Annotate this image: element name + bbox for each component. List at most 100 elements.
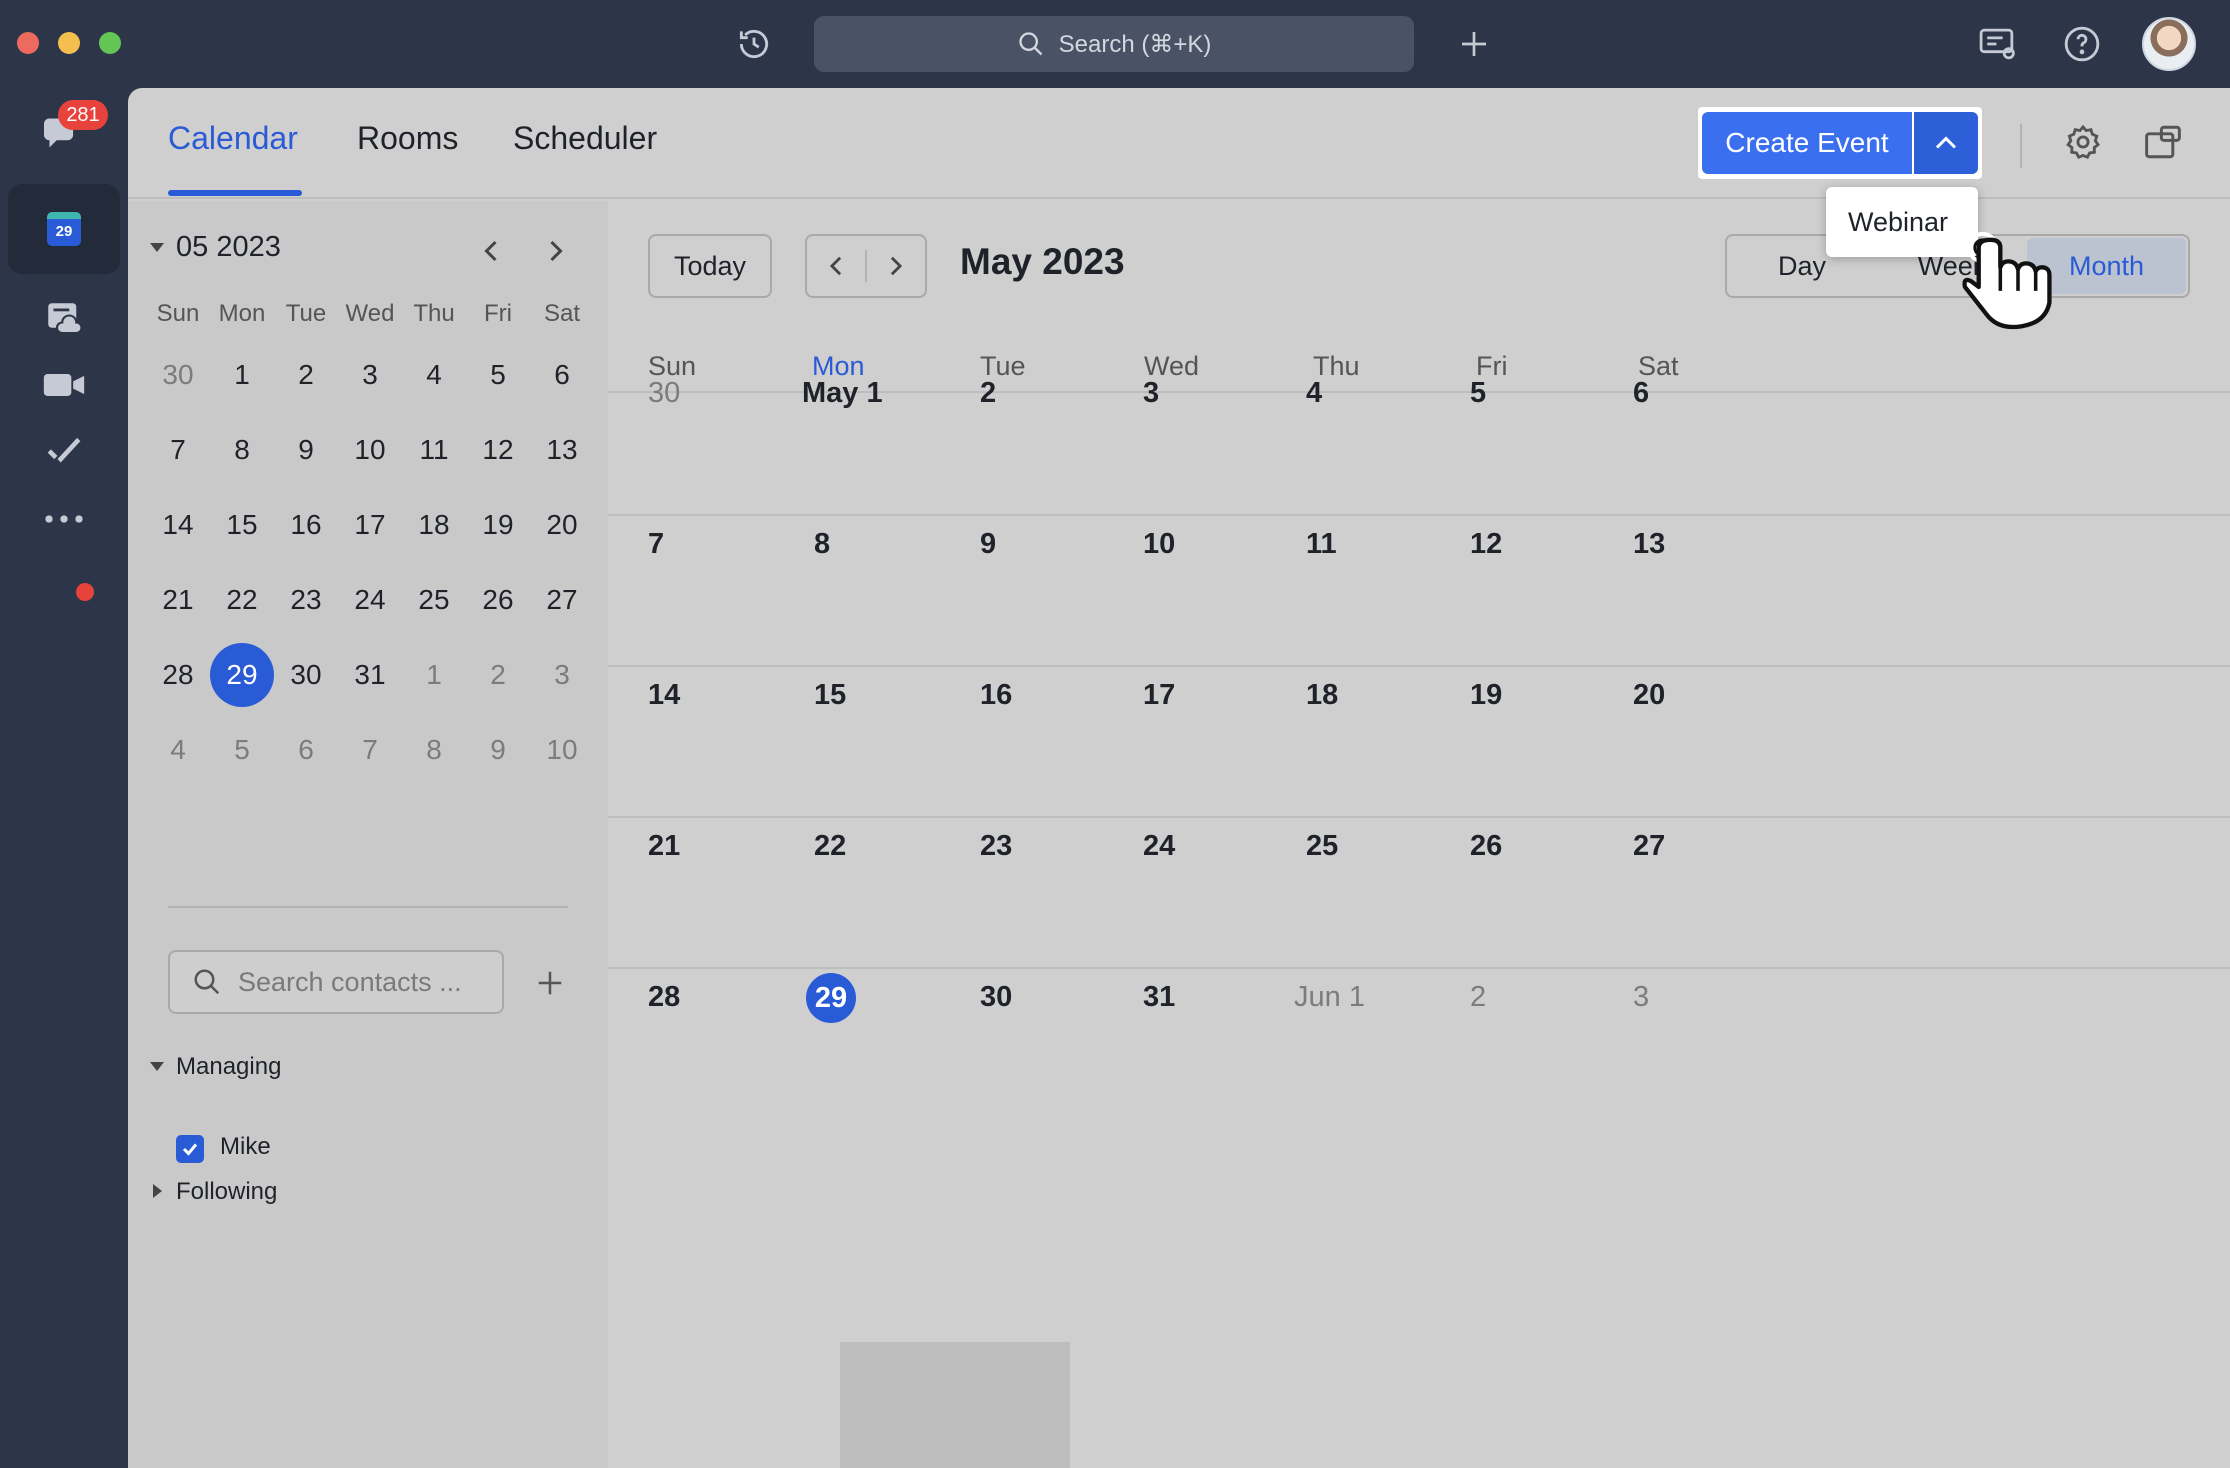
previous-period-button[interactable] xyxy=(807,236,865,296)
month-day-number[interactable]: 23 xyxy=(980,830,1012,863)
managing-item-mike[interactable]: Mike xyxy=(220,1133,271,1161)
mini-day[interactable]: 8 xyxy=(210,412,274,487)
mini-day[interactable]: 22 xyxy=(210,562,274,637)
month-day-number[interactable]: 18 xyxy=(1306,679,1338,712)
mini-day[interactable]: 16 xyxy=(274,487,338,562)
mini-day[interactable]: 25 xyxy=(402,562,466,637)
mini-day[interactable]: 12 xyxy=(466,412,530,487)
mini-day[interactable]: 17 xyxy=(338,487,402,562)
mini-day[interactable]: 10 xyxy=(338,412,402,487)
mini-day[interactable]: 9 xyxy=(466,712,530,787)
add-contact-icon[interactable] xyxy=(528,961,572,1005)
close-window-button[interactable] xyxy=(17,32,39,54)
managing-collapse-icon[interactable] xyxy=(150,1062,164,1071)
create-event-dropdown-toggle[interactable] xyxy=(1914,112,1978,174)
mini-day[interactable]: 4 xyxy=(402,337,466,412)
user-avatar[interactable] xyxy=(2142,17,2196,71)
settings-icon[interactable] xyxy=(2061,120,2105,164)
mini-day[interactable]: 23 xyxy=(274,562,338,637)
mini-day[interactable]: 9 xyxy=(274,412,338,487)
mini-day[interactable]: 3 xyxy=(338,337,402,412)
month-day-number[interactable]: 3 xyxy=(1633,981,1649,1014)
tab-scheduler[interactable]: Scheduler xyxy=(513,120,657,157)
month-day-number[interactable]: 25 xyxy=(1306,830,1338,863)
mini-day[interactable]: 26 xyxy=(466,562,530,637)
next-period-button[interactable] xyxy=(867,236,925,296)
month-day-number[interactable]: 15 xyxy=(814,679,846,712)
month-day-number[interactable]: 30 xyxy=(648,377,680,410)
mini-day[interactable]: 1 xyxy=(210,337,274,412)
mini-day[interactable]: 5 xyxy=(466,337,530,412)
month-day-number[interactable]: 3 xyxy=(1143,377,1159,410)
help-icon[interactable] xyxy=(2062,24,2102,64)
month-day-number[interactable]: May 1 xyxy=(802,377,883,410)
month-day-number[interactable]: 11 xyxy=(1306,528,1337,561)
month-day-number[interactable]: 2 xyxy=(1470,981,1486,1014)
mini-day[interactable]: 7 xyxy=(338,712,402,787)
month-day-number[interactable]: 9 xyxy=(980,528,996,561)
mini-day[interactable]: 28 xyxy=(146,637,210,712)
month-day-number[interactable]: 10 xyxy=(1143,528,1175,561)
mini-day[interactable]: 5 xyxy=(210,712,274,787)
mini-day-selected[interactable]: 29 xyxy=(210,637,274,712)
today-button[interactable]: Today xyxy=(648,234,772,298)
open-window-icon[interactable] xyxy=(2141,120,2185,164)
mini-day[interactable]: 21 xyxy=(146,562,210,637)
mini-calendar-collapse-icon[interactable] xyxy=(150,243,164,252)
mini-day[interactable]: 20 xyxy=(530,487,594,562)
feedback-icon[interactable] xyxy=(1976,24,2020,64)
month-day-number[interactable]: 16 xyxy=(980,679,1012,712)
tab-calendar[interactable]: Calendar xyxy=(168,120,298,157)
managing-label[interactable]: Managing xyxy=(176,1053,281,1081)
mini-day[interactable]: 6 xyxy=(274,712,338,787)
month-day-number[interactable]: 17 xyxy=(1143,679,1175,712)
following-expand-icon[interactable] xyxy=(153,1184,162,1198)
mini-day[interactable]: 6 xyxy=(530,337,594,412)
mini-day[interactable]: 3 xyxy=(530,637,594,712)
month-day-number[interactable]: 28 xyxy=(648,981,680,1014)
mini-day[interactable]: 24 xyxy=(338,562,402,637)
minimize-window-button[interactable] xyxy=(58,32,80,54)
menu-item-webinar[interactable]: Webinar xyxy=(1848,207,1948,238)
month-day-number[interactable]: 8 xyxy=(814,528,830,561)
month-day-number[interactable]: 14 xyxy=(648,679,680,712)
month-day-number[interactable]: 6 xyxy=(1633,377,1649,410)
rail-calendar[interactable]: 29 xyxy=(8,184,120,274)
mini-day[interactable]: 30 xyxy=(274,637,338,712)
month-day-number[interactable]: 5 xyxy=(1470,377,1486,410)
mini-day[interactable]: 31 xyxy=(338,637,402,712)
search-contacts-input[interactable]: Search contacts ... xyxy=(168,950,504,1014)
month-day-number[interactable]: 24 xyxy=(1143,830,1175,863)
month-day-number[interactable]: 7 xyxy=(648,528,664,561)
mini-prev-month-button[interactable] xyxy=(471,231,511,271)
mini-day[interactable]: 2 xyxy=(274,337,338,412)
mini-day[interactable]: 1 xyxy=(402,637,466,712)
rail-more[interactable] xyxy=(8,474,120,564)
month-day-number[interactable]: 30 xyxy=(980,981,1012,1014)
following-label[interactable]: Following xyxy=(176,1178,277,1206)
history-icon[interactable] xyxy=(734,24,774,64)
month-day-number[interactable]: 26 xyxy=(1470,830,1502,863)
mike-checkbox[interactable] xyxy=(176,1135,204,1163)
mini-day[interactable]: 11 xyxy=(402,412,466,487)
month-day-today[interactable]: 29 xyxy=(806,973,856,1023)
month-day-number[interactable]: 19 xyxy=(1470,679,1502,712)
tab-rooms[interactable]: Rooms xyxy=(357,120,458,157)
mini-day[interactable]: 7 xyxy=(146,412,210,487)
mini-next-month-button[interactable] xyxy=(536,231,576,271)
month-day-number[interactable]: 4 xyxy=(1306,377,1322,410)
zoom-window-button[interactable] xyxy=(99,32,121,54)
mini-day[interactable]: 2 xyxy=(466,637,530,712)
create-event-button[interactable]: Create Event xyxy=(1702,112,1912,174)
month-day-number[interactable]: 22 xyxy=(814,830,846,863)
month-day-number[interactable]: 2 xyxy=(980,377,996,410)
mini-day[interactable]: 13 xyxy=(530,412,594,487)
mini-day[interactable]: 15 xyxy=(210,487,274,562)
mini-day[interactable]: 14 xyxy=(146,487,210,562)
month-day-number[interactable]: 27 xyxy=(1633,830,1665,863)
mini-day[interactable]: 30 xyxy=(146,337,210,412)
mini-day[interactable]: 27 xyxy=(530,562,594,637)
mini-day[interactable]: 4 xyxy=(146,712,210,787)
month-day-number[interactable]: 13 xyxy=(1633,528,1665,561)
add-icon[interactable] xyxy=(1454,24,1494,64)
